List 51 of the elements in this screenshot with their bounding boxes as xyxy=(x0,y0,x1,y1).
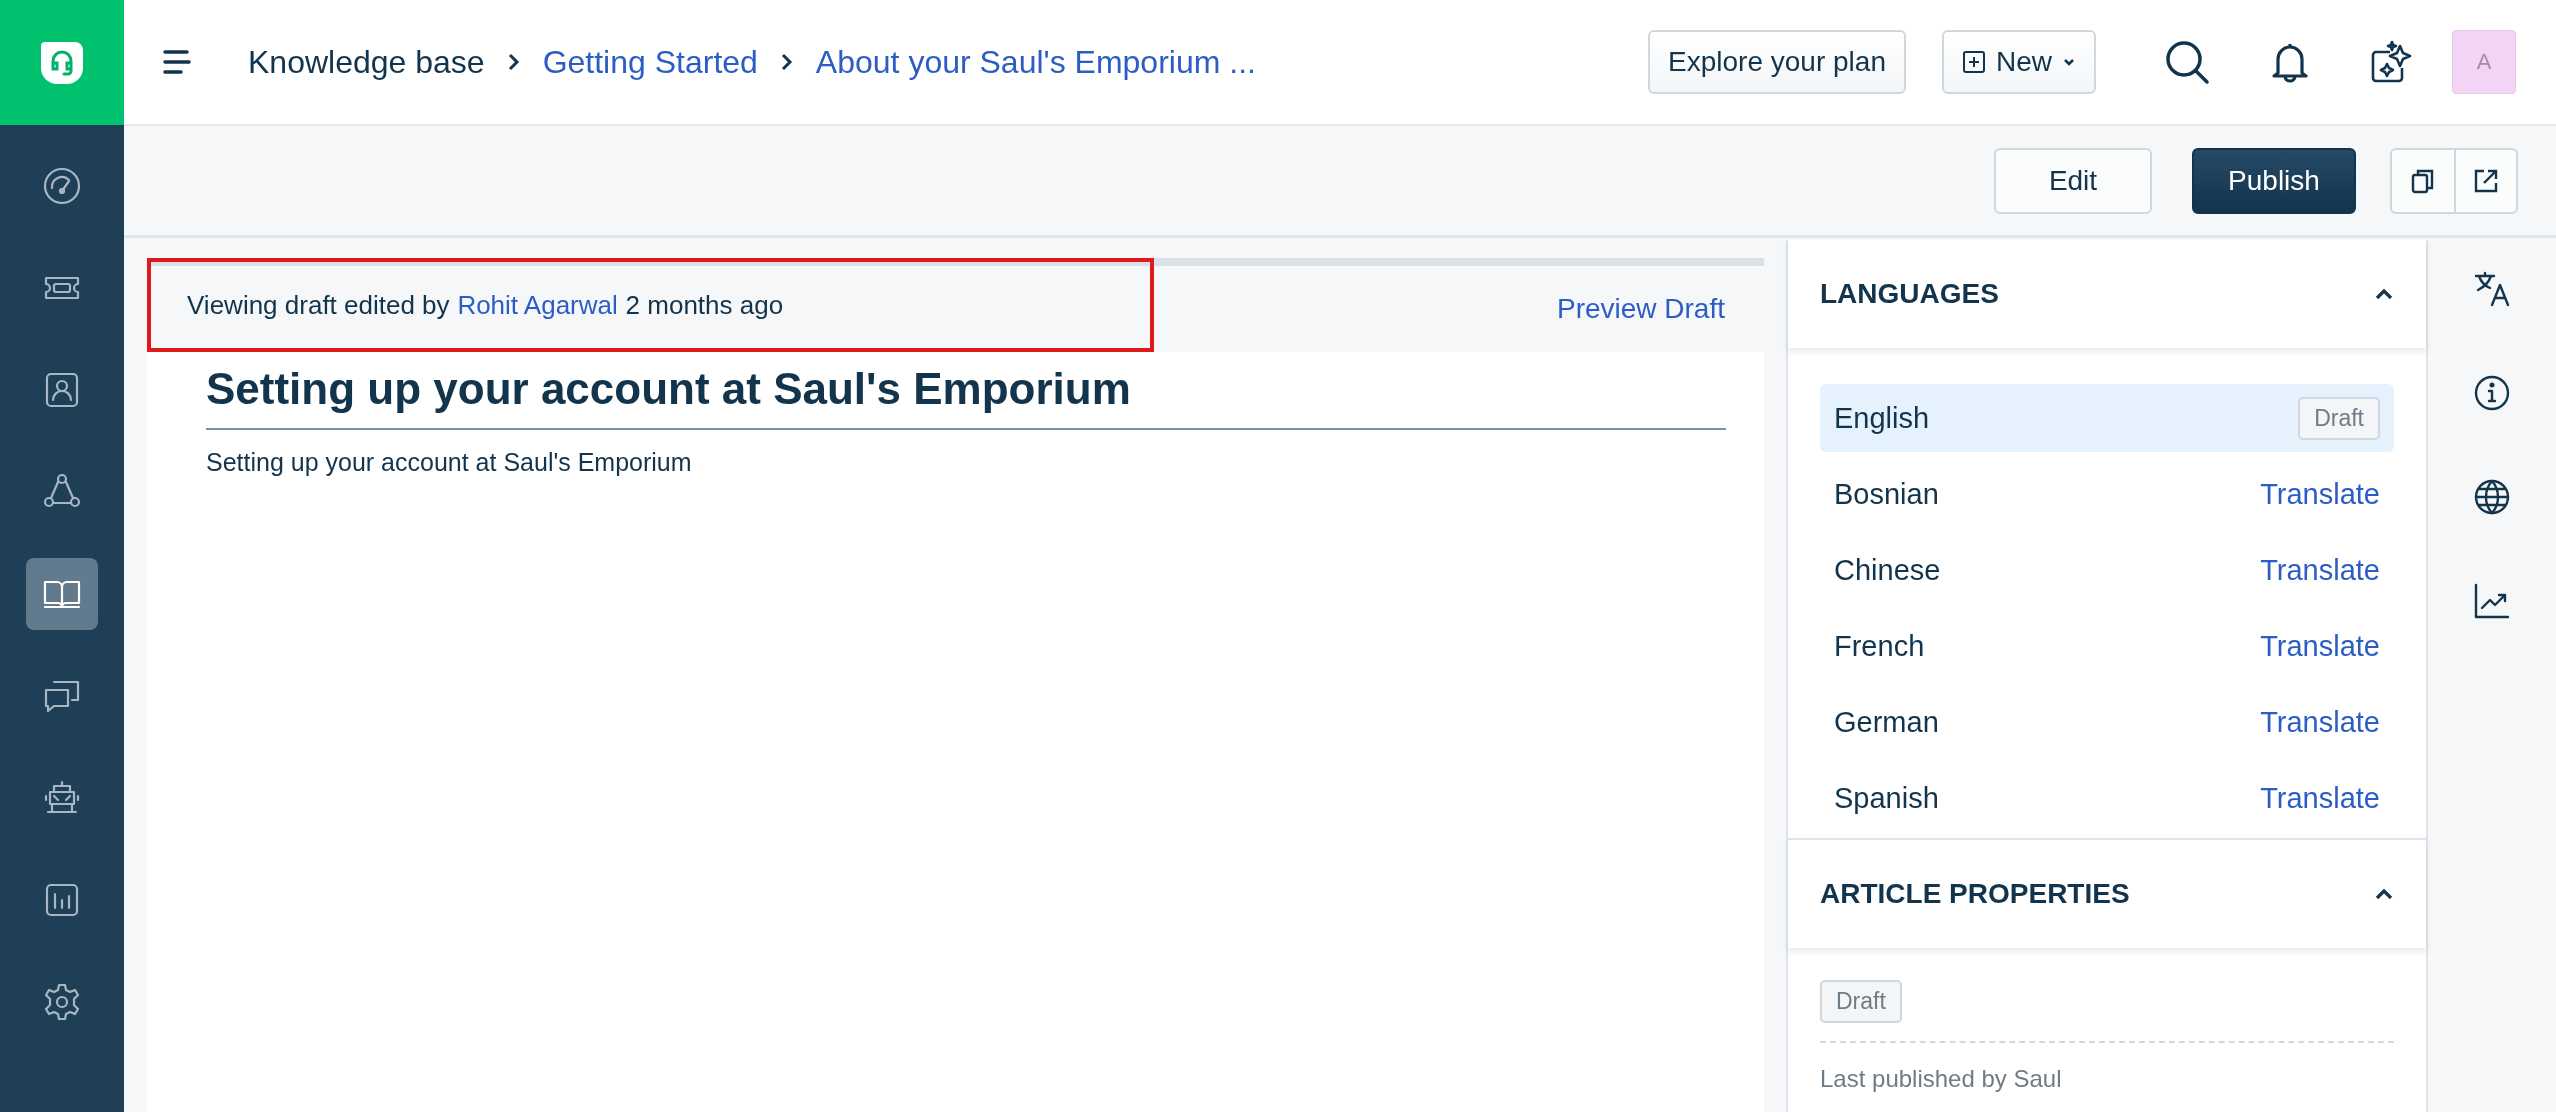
language-row[interactable]: Bosnian Translate xyxy=(1820,460,2394,528)
language-row[interactable]: German Translate xyxy=(1820,688,2394,756)
language-row[interactable]: English Draft xyxy=(1820,384,2394,452)
gauge-icon xyxy=(42,166,82,206)
translate-link[interactable]: Translate xyxy=(2260,781,2380,815)
explore-plan-button[interactable]: Explore your plan xyxy=(1648,30,1906,94)
language-name: Spanish xyxy=(1834,781,1939,815)
new-button[interactable]: New xyxy=(1942,30,2096,94)
chevron-up-icon[interactable] xyxy=(2374,287,2394,301)
settings-icon xyxy=(42,982,82,1022)
menu-icon[interactable] xyxy=(162,49,192,75)
status-badge: Draft xyxy=(1820,980,1902,1023)
breadcrumb-link[interactable]: About your Saul's Emporium ... xyxy=(815,43,1256,81)
draft-notice: Viewing draft edited by Rohit Agarwal 2 months ago xyxy=(147,258,1154,352)
publish-button[interactable]: Publish xyxy=(2192,147,2356,214)
last-published-text: Last published by Saul xyxy=(1820,1065,2062,1093)
article-body: Setting up your account at Saul's Emporium xyxy=(206,448,693,477)
breadcrumb-link[interactable]: Getting Started xyxy=(542,43,758,81)
translate-link[interactable]: Translate xyxy=(2260,477,2380,511)
language-row[interactable]: Chinese Translate xyxy=(1820,536,2394,604)
logo-tile[interactable] xyxy=(0,0,124,125)
caret-icon xyxy=(2062,57,2076,67)
globe-icon[interactable] xyxy=(2473,478,2511,516)
chevron-right-icon xyxy=(506,52,521,72)
translate-link[interactable]: Translate xyxy=(2260,629,2380,663)
translate-link[interactable]: Translate xyxy=(2260,553,2380,587)
breadcrumb-current: Knowledge base xyxy=(248,43,485,81)
language-name: Chinese xyxy=(1834,553,1941,587)
plus-square-icon xyxy=(1962,50,1986,74)
status-badge: Draft xyxy=(2298,396,2380,440)
panel-title: ARTICLE PROPERTIES xyxy=(1820,878,2130,910)
language-name: Bosnian xyxy=(1834,477,1939,511)
line-chart-icon[interactable] xyxy=(2473,582,2511,620)
search-icon[interactable] xyxy=(2164,39,2210,85)
author-link[interactable]: Rohit Agarwal xyxy=(457,289,618,321)
language-name: English xyxy=(1834,401,1930,435)
language-row[interactable]: Spanish Translate xyxy=(1820,764,2394,832)
translate-link[interactable]: Translate xyxy=(2260,705,2380,739)
preview-draft-link[interactable]: Preview Draft xyxy=(1556,293,1725,325)
language-row[interactable]: French Translate xyxy=(1820,612,2394,680)
panel-title: LANGUAGES xyxy=(1820,278,1999,310)
language-name: French xyxy=(1834,629,1925,663)
edit-button[interactable]: Edit xyxy=(1994,147,2152,214)
article-title: Setting up your account at Saul's Emporium xyxy=(206,364,1726,430)
chevron-up-icon[interactable] xyxy=(2374,887,2394,901)
nav-item[interactable] xyxy=(26,558,98,630)
chevron-right-icon xyxy=(779,52,794,72)
sparkle-icon[interactable] xyxy=(2370,40,2414,84)
info-icon[interactable] xyxy=(2473,374,2511,412)
language-name: German xyxy=(1834,705,1939,739)
translate-icon[interactable] xyxy=(2473,270,2511,308)
